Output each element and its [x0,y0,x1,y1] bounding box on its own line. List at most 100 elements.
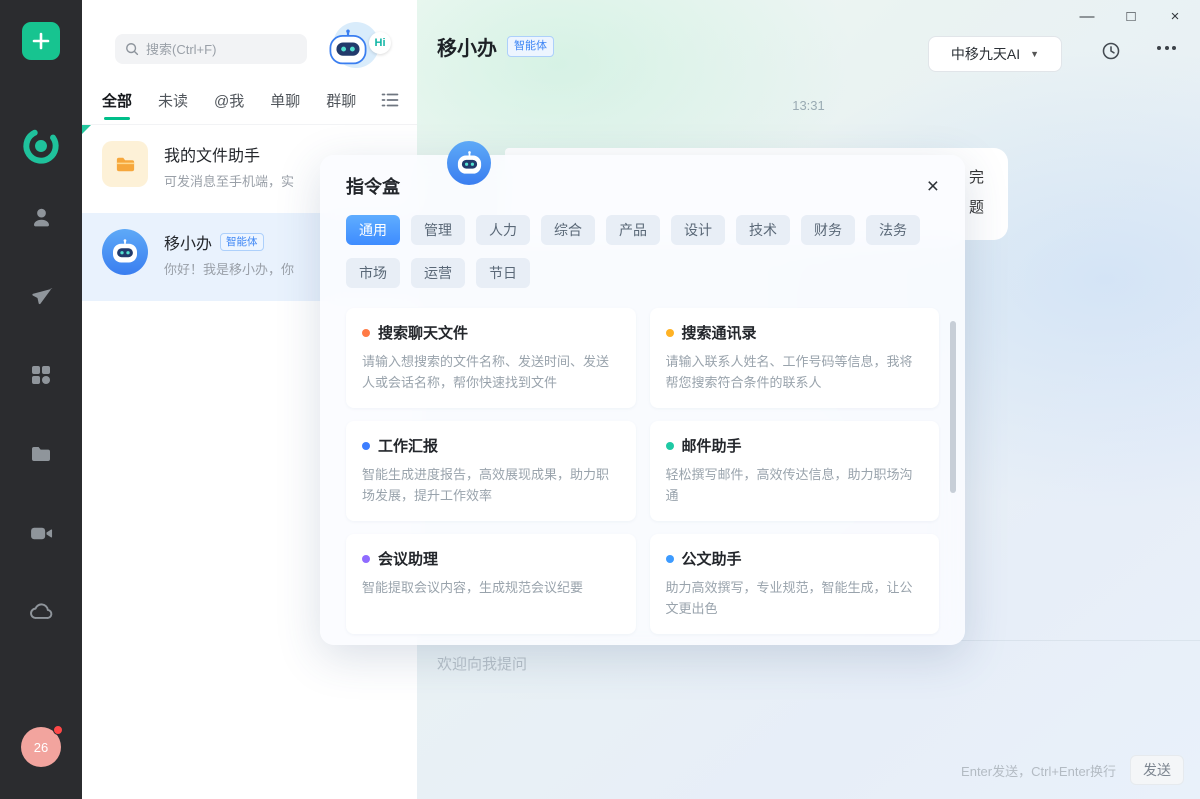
category-hr[interactable]: 人力 [476,215,530,245]
video-icon[interactable] [29,520,54,546]
close-icon[interactable]: × [927,176,939,197]
app-window: 26 Hi 全部 未读 @我 单聊 群聊 [0,0,1200,799]
card-head: 搜索通讯录 [666,322,924,343]
modal-header: 指令盒 × [320,155,965,199]
search-input[interactable] [146,42,296,57]
card-dot [362,442,370,450]
card-work-report[interactable]: 工作汇报 智能生成进度报告，高效展现成果，助力职场发展，提升工作效率 [346,421,636,521]
category-finance[interactable]: 财务 [801,215,855,245]
apps-icon[interactable] [29,362,53,388]
send-button[interactable]: 发送 [1130,755,1184,785]
conversation-title: 我的文件助手 [164,142,260,166]
message-line: 题 [969,193,984,223]
compose-area[interactable]: 欢迎向我提问 Enter发送，Ctrl+Enter换行 发送 [417,640,1200,799]
maximize-button[interactable]: □ [1122,8,1140,25]
agent-badge: 智能体 [220,233,264,251]
tab-direct[interactable]: 单聊 [270,90,300,111]
card-head: 工作汇报 [362,435,620,456]
more-menu-icon[interactable] [1157,46,1176,50]
chevron-down-icon: ▼ [1030,49,1039,59]
card-meeting-assistant[interactable]: 会议助理 智能提取会议内容，生成规范会议纪要 [346,534,636,634]
send-hint: Enter发送，Ctrl+Enter换行 [961,761,1116,780]
card-search-chat-files[interactable]: 搜索聊天文件 请输入想搜索的文件名称、发送时间、发送人或会话名称，帮你快速找到文… [346,308,636,408]
category-tech[interactable]: 技术 [736,215,790,245]
conversation-title-text: 移小办 [164,230,212,254]
rail-nav [0,204,82,625]
category-market[interactable]: 市场 [346,258,400,288]
tab-unread[interactable]: 未读 [158,90,188,111]
card-document-assistant[interactable]: 公文助手 助力高效撰写，专业规范，智能生成，让公文更出色 [650,534,940,634]
chat-header: 移小办 智能体 [437,32,554,61]
card-search-contacts[interactable]: 搜索通讯录 请输入联系人姓名、工作号码等信息，我将帮您搜索符合条件的联系人 [650,308,940,408]
robot-icon [110,239,140,265]
category-general[interactable]: 通用 [346,215,400,245]
folder-icon[interactable] [29,441,53,467]
yixiaoban-avatar [102,229,148,275]
model-selector[interactable]: 中移九天AI ▼ [928,36,1062,72]
list-view-icon[interactable] [381,92,399,111]
assistant-message-avatar [447,141,491,185]
card-dot [362,555,370,563]
card-title: 工作汇报 [378,435,438,456]
card-description: 智能提取会议内容，生成规范会议纪要 [362,577,620,598]
robot-icon [326,28,370,68]
card-title: 搜索聊天文件 [378,322,468,343]
command-card-grid: 搜索聊天文件 请输入想搜索的文件名称、发送时间、发送人或会话名称，帮你快速找到文… [320,288,965,634]
category-festival[interactable]: 节日 [476,258,530,288]
new-chat-button[interactable] [22,22,60,60]
hi-bubble: Hi [369,32,391,54]
category-product[interactable]: 产品 [606,215,660,245]
agent-badge: 智能体 [507,36,554,57]
history-icon[interactable] [1100,40,1122,65]
conversation-title: 移小办 智能体 [164,230,264,254]
modal-title: 指令盒 [346,173,400,199]
avatar-count-label: 26 [34,740,48,755]
category-operation[interactable]: 运营 [411,258,465,288]
category-comprehensive[interactable]: 综合 [541,215,595,245]
compose-actions: Enter发送，Ctrl+Enter换行 发送 [961,755,1184,785]
card-title: 邮件助手 [682,435,742,456]
cloud-icon[interactable] [28,599,54,625]
card-title: 公文助手 [682,548,742,569]
model-selector-label: 中移九天AI [951,44,1020,64]
card-description: 轻松撰写邮件，高效传达信息，助力职场沟通 [666,464,924,506]
search-box[interactable] [115,34,307,64]
category-legal[interactable]: 法务 [866,215,920,245]
card-mail-assistant[interactable]: 邮件助手 轻松撰写邮件，高效传达信息，助力职场沟通 [650,421,940,521]
category-design[interactable]: 设计 [671,215,725,245]
tab-all[interactable]: 全部 [102,90,132,111]
card-description: 智能生成进度报告，高效展现成果，助力职场发展，提升工作效率 [362,464,620,506]
card-description: 请输入想搜索的文件名称、发送时间、发送人或会话名称，帮你快速找到文件 [362,351,620,393]
close-button[interactable]: × [1166,8,1184,25]
card-dot [666,329,674,337]
minimize-button[interactable]: — [1078,8,1096,25]
category-management[interactable]: 管理 [411,215,465,245]
chat-title: 移小办 [437,32,497,61]
nav-rail: 26 [0,0,82,799]
search-icon [125,42,139,56]
card-title: 搜索通讯录 [682,322,757,343]
tab-group[interactable]: 群聊 [326,90,356,111]
card-head: 邮件助手 [666,435,924,456]
tab-mentions[interactable]: @我 [214,90,244,111]
card-title: 会议助理 [378,548,438,569]
notification-dot [53,725,63,735]
user-avatar[interactable]: 26 [21,727,61,767]
card-description: 助力高效撰写，专业规范，智能生成，让公文更出色 [666,577,924,619]
rocket-icon[interactable] [29,283,54,309]
assistant-mascot[interactable]: Hi [325,18,391,72]
card-head: 搜索聊天文件 [362,322,620,343]
card-dot [362,329,370,337]
app-logo [0,124,82,168]
category-tabs: 通用 管理 人力 综合 产品 设计 技术 财务 法务 市场 运营 节日 [320,199,965,288]
message-line: 完 [969,163,984,193]
contacts-icon[interactable] [29,204,54,230]
message-timestamp: 13:31 [417,98,1200,113]
folder-icon [114,153,137,176]
file-assistant-avatar [102,141,148,187]
scrollbar-thumb[interactable] [950,321,956,493]
card-dot [666,555,674,563]
conversation-filter-tabs: 全部 未读 @我 单聊 群聊 [102,90,356,111]
card-head: 会议助理 [362,548,620,569]
brand-swoosh-icon [19,124,63,168]
